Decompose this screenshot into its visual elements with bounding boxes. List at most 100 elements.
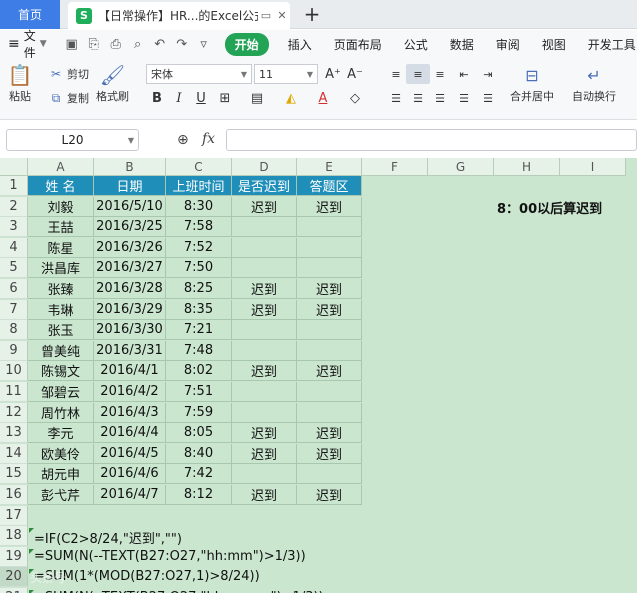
table-cell[interactable]: 张臻: [28, 279, 94, 299]
distribute-icon[interactable]: ☰: [476, 88, 500, 108]
fill-color-icon[interactable]: ◭: [280, 88, 302, 108]
table-cell[interactable]: 2016/3/30: [94, 320, 166, 341]
clear-format-icon[interactable]: ◇: [344, 88, 366, 108]
table-cell[interactable]: [232, 217, 297, 238]
formula-text-cell[interactable]: =IF(C2>8/24,"迟到",""): [34, 528, 182, 547]
table-cell[interactable]: 2016/3/29: [94, 299, 166, 320]
column-header-c[interactable]: C: [166, 158, 232, 176]
table-cell[interactable]: 7:58: [166, 217, 232, 238]
column-header-b[interactable]: B: [94, 158, 166, 176]
column-header-a[interactable]: A: [28, 158, 94, 176]
indent-decrease-icon[interactable]: ⇤: [452, 64, 476, 84]
table-cell[interactable]: 8:35: [166, 299, 232, 320]
align-right-icon[interactable]: ☰: [428, 88, 452, 108]
table-cell[interactable]: [297, 340, 362, 361]
table-cell[interactable]: [297, 464, 362, 485]
table-cell[interactable]: 迟到: [232, 485, 297, 505]
row-header-10[interactable]: 10: [0, 361, 28, 382]
table-cell[interactable]: 迟到: [232, 443, 297, 464]
table-cell[interactable]: [297, 382, 362, 402]
table-cell[interactable]: 7:52: [166, 237, 232, 258]
align-left-icon[interactable]: ☰: [384, 88, 408, 108]
print-icon[interactable]: ⎙: [105, 34, 127, 54]
menu-home[interactable]: 开始: [224, 32, 269, 56]
save-icon[interactable]: ▣: [61, 34, 83, 54]
row-header-8[interactable]: 8: [0, 320, 28, 341]
menu-formulas[interactable]: 公式: [393, 36, 439, 53]
table-cell[interactable]: [297, 237, 362, 258]
table-cell[interactable]: [232, 464, 297, 485]
underline-icon[interactable]: U: [190, 88, 212, 108]
row-header-11[interactable]: 11: [0, 382, 28, 402]
table-cell[interactable]: [297, 402, 362, 423]
table-cell[interactable]: 2016/3/31: [94, 340, 166, 361]
table-cell[interactable]: 迟到: [297, 279, 362, 299]
column-header-f[interactable]: F: [362, 158, 428, 176]
table-cell[interactable]: 周竹林: [28, 402, 94, 423]
italic-icon[interactable]: I: [168, 88, 190, 108]
table-cell[interactable]: 2016/4/3: [94, 402, 166, 423]
row-header-7[interactable]: 7: [0, 299, 28, 320]
shrink-font-icon[interactable]: A⁻: [344, 64, 366, 84]
file-menu[interactable]: ≡ 文件 ▼: [8, 27, 47, 61]
table-cell[interactable]: 2016/4/2: [94, 382, 166, 402]
justify-icon[interactable]: ☰: [452, 88, 476, 108]
table-cell[interactable]: 迟到: [297, 443, 362, 464]
align-bottom-icon[interactable]: ≡: [428, 64, 452, 84]
table-cell[interactable]: [232, 382, 297, 402]
close-icon[interactable]: ✕: [274, 9, 290, 22]
table-cell[interactable]: 迟到: [297, 361, 362, 382]
menu-data[interactable]: 数据: [439, 36, 485, 53]
row-header-2[interactable]: 2: [0, 196, 28, 217]
row-header-18[interactable]: 18: [0, 526, 28, 547]
indent-increase-icon[interactable]: ⇥: [476, 64, 500, 84]
table-cell[interactable]: [297, 320, 362, 341]
print-preview-icon[interactable]: ⌕: [127, 34, 149, 54]
table-cell[interactable]: 2016/3/28: [94, 279, 166, 299]
table-cell[interactable]: [297, 258, 362, 279]
new-tab-button[interactable]: +: [300, 3, 324, 27]
fx-icon[interactable]: fx: [202, 131, 215, 147]
table-cell[interactable]: 2016/4/4: [94, 423, 166, 444]
format-painter-button[interactable]: 🖌 格式刷: [96, 62, 129, 104]
zoom-icon[interactable]: ⊕: [177, 132, 189, 148]
formula-text-cell[interactable]: =SUM(N(--TEXT(B27:O27,"hh:mm")>1/3)): [34, 549, 306, 564]
table-cell[interactable]: 2016/4/7: [94, 485, 166, 505]
table-cell[interactable]: 韦琳: [28, 299, 94, 320]
table-cell[interactable]: [232, 258, 297, 279]
table-cell[interactable]: 2016/3/26: [94, 237, 166, 258]
select-all-corner[interactable]: [0, 158, 28, 176]
table-cell[interactable]: 迟到: [232, 361, 297, 382]
font-color-icon[interactable]: A: [312, 88, 334, 108]
table-cell[interactable]: 8:30: [166, 196, 232, 217]
table-cell[interactable]: 欧美伶: [28, 443, 94, 464]
table-header-cell[interactable]: 日期: [94, 176, 166, 196]
table-cell[interactable]: 迟到: [297, 485, 362, 505]
row-header-21[interactable]: 21: [0, 588, 28, 593]
menu-insert[interactable]: 插入: [277, 36, 323, 53]
menu-developer[interactable]: 开发工具: [577, 36, 637, 53]
table-cell[interactable]: 李元: [28, 423, 94, 444]
table-cell[interactable]: 迟到: [232, 299, 297, 320]
row-header-6[interactable]: 6: [0, 279, 28, 299]
table-cell[interactable]: 迟到: [232, 196, 297, 217]
column-header-i[interactable]: I: [560, 158, 626, 176]
column-header-g[interactable]: G: [428, 158, 494, 176]
table-cell[interactable]: 7:51: [166, 382, 232, 402]
fill-pattern-icon[interactable]: ▤: [246, 88, 268, 108]
row-header-20[interactable]: 20: [0, 567, 28, 588]
table-cell[interactable]: 迟到: [232, 279, 297, 299]
row-header-1[interactable]: 1: [0, 176, 28, 196]
row-header-12[interactable]: 12: [0, 402, 28, 423]
table-cell[interactable]: [232, 340, 297, 361]
table-cell[interactable]: 7:21: [166, 320, 232, 341]
table-cell[interactable]: 曾美纯: [28, 340, 94, 361]
table-cell[interactable]: 2016/4/5: [94, 443, 166, 464]
table-cell[interactable]: 张玉: [28, 320, 94, 341]
table-cell[interactable]: 7:50: [166, 258, 232, 279]
name-box[interactable]: L20 ▼: [6, 129, 139, 151]
table-cell[interactable]: 迟到: [297, 423, 362, 444]
row-header-15[interactable]: 15: [0, 464, 28, 485]
redo-icon[interactable]: ↷: [171, 34, 193, 54]
formula-text-cell[interactable]: =SUM(1*(MOD(B27:O27,1)>8/24)): [34, 569, 260, 584]
